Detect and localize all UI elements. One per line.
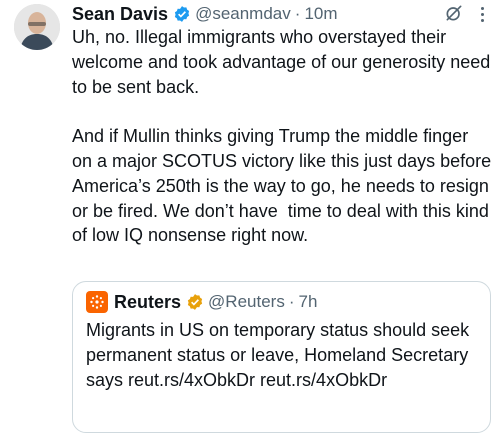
more-dot	[480, 12, 484, 16]
quoted-tweet-header: Reuters @Reuters · 7h	[86, 290, 317, 314]
avatar[interactable]	[14, 4, 60, 50]
tweet-header: Sean Davis @seanmdav · 10m	[72, 2, 492, 26]
verified-badge-icon	[174, 6, 190, 22]
quoted-tweet-text: Migrants in US on temporary status shoul…	[86, 320, 470, 390]
quoted-separator-dot: ·	[288, 292, 295, 311]
quoted-author-name: Reuters	[114, 291, 182, 312]
reuters-logo-icon	[86, 291, 108, 313]
more-dot	[480, 18, 484, 22]
more-options-icon[interactable]	[472, 4, 492, 24]
quoted-timestamp: 7h	[298, 292, 318, 311]
gold-verified-badge-icon	[187, 294, 203, 310]
more-dot	[480, 6, 484, 10]
tweet-timestamp[interactable]: 10m	[304, 4, 337, 24]
avatar-image	[14, 4, 60, 50]
separator-dot: ·	[294, 4, 301, 23]
quoted-tweet-card[interactable]: Reuters @Reuters · 7h Migrants in US on …	[72, 281, 491, 433]
author-name[interactable]: Sean Davis	[72, 4, 168, 25]
quoted-author-handle: @Reuters	[208, 292, 285, 311]
tweet-text: Uh, no. Illegal immigrants who overstaye…	[72, 27, 492, 246]
reuters-logo-mark	[90, 295, 104, 309]
author-handle[interactable]: @seanmdav	[195, 4, 291, 24]
grok-icon[interactable]	[444, 3, 464, 23]
